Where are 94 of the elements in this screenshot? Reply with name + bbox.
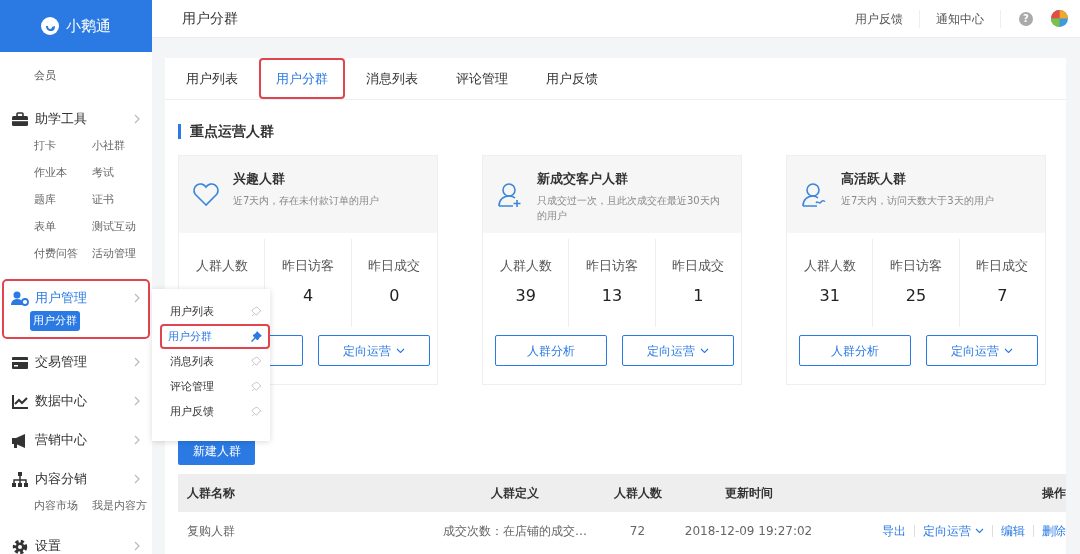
caret-icon <box>975 528 984 534</box>
header-link[interactable]: 用户反馈 <box>839 9 920 28</box>
card-description: 近7天内，访问天数大于3天的用户 <box>841 193 994 208</box>
tab[interactable]: 用户反馈 <box>529 58 615 99</box>
sidebar-subitem[interactable]: 打卡 <box>34 132 92 159</box>
chevron-right-icon <box>134 541 140 551</box>
analysis-button[interactable]: 人群分析 <box>495 335 607 366</box>
chevron-right-icon <box>134 474 140 484</box>
table-cell-text: 复购人群 <box>186 523 236 540</box>
chevron-right-icon <box>134 357 140 367</box>
menu-item[interactable]: 评论管理 <box>160 374 270 399</box>
column-header: 人群名称 <box>186 485 236 502</box>
action-link[interactable]: 编辑 <box>993 525 1034 537</box>
action-link[interactable]: 导出 <box>874 525 915 537</box>
hierarchy-icon <box>11 470 29 488</box>
logo-icon <box>41 17 59 35</box>
sidebar-subitem[interactable]: 内容市场 <box>34 492 92 519</box>
sidebar-subitem[interactable]: 测试互动 <box>92 213 152 240</box>
sidebar-subitem[interactable]: 证书 <box>92 186 152 213</box>
stat-value: 7 <box>997 284 1008 307</box>
tab[interactable]: 评论管理 <box>439 58 525 99</box>
stat-value: 1 <box>693 284 704 307</box>
stat-value: 25 <box>905 284 927 307</box>
sidebar-subitem[interactable]: 付费问答 <box>34 240 92 267</box>
avatar-icon <box>1051 10 1068 27</box>
analysis-button[interactable]: 人群分析 <box>799 335 911 366</box>
sidebar-group[interactable]: 助学工具 <box>35 109 128 129</box>
chevron-right-icon <box>134 435 140 445</box>
sidebar-subitem[interactable]: 题库 <box>34 186 92 213</box>
header-link[interactable]: 通知中心 <box>920 9 1001 28</box>
caret-icon <box>1004 347 1013 354</box>
menu-item[interactable]: 消息列表 <box>160 349 270 374</box>
column-header: 人群定义 <box>490 485 540 502</box>
stat-label: 人群人数 <box>499 257 552 275</box>
stat-label: 昨日成交 <box>672 257 725 275</box>
sidebar-group[interactable]: 营销中心 <box>35 430 128 450</box>
stat-label: 昨日访客 <box>586 257 638 275</box>
stat-value: 0 <box>389 284 400 307</box>
card-description: 只成交过一次，且此次成交在最近30天内的用户 <box>537 193 721 223</box>
card-title: 高活跃人群 <box>841 170 907 188</box>
tab[interactable]: 用户分群 <box>259 58 345 99</box>
chart-icon <box>11 392 29 410</box>
table-cell-text: 72 <box>628 523 647 540</box>
dropdown-button[interactable]: 定向运营 <box>318 335 430 366</box>
stat-label: 人群人数 <box>803 257 856 275</box>
sidebar-subitem[interactable]: 用户分群 <box>30 311 80 331</box>
sidebar-subitem[interactable]: 表单 <box>34 213 92 240</box>
chevron-right-icon <box>134 114 140 124</box>
sidebar-group[interactable]: 用户管理 <box>35 288 128 308</box>
sidebar-group[interactable]: 交易管理 <box>35 352 128 372</box>
table-cell-text: 成交次数：在店铺的成交… <box>442 523 588 540</box>
menu-item[interactable]: 用户列表 <box>160 299 270 324</box>
sidebar-item[interactable]: 会员 <box>34 67 56 85</box>
stat-label: 昨日访客 <box>890 257 942 275</box>
stat-label: 昨日成交 <box>976 257 1029 275</box>
section-title: 重点运营人群 <box>178 124 1066 139</box>
stat-label: 昨日访客 <box>282 257 334 275</box>
column-header: 操作 <box>1041 485 1066 502</box>
caret-icon <box>396 347 405 354</box>
card-description: 近7天内，存在未付款订单的用户 <box>233 193 380 208</box>
stat-value: 4 <box>302 284 314 307</box>
menu-item[interactable]: 用户反馈 <box>160 399 270 424</box>
menu-item[interactable]: 用户分群 <box>160 324 270 349</box>
dropdown-button[interactable]: 定向运营 <box>926 335 1038 366</box>
stat-value: 31 <box>819 284 840 307</box>
stat-value: 39 <box>515 284 536 307</box>
sidebar-group[interactable]: 内容分销 <box>35 469 128 489</box>
briefcase-icon <box>11 110 29 128</box>
stat-label: 人群人数 <box>195 257 248 275</box>
brand-name: 小鹅通 <box>66 15 111 37</box>
stat-value: 13 <box>601 284 623 307</box>
sidebar-group[interactable]: 数据中心 <box>35 391 128 411</box>
chevron-right-icon <box>134 396 140 406</box>
sidebar-group[interactable]: 设置 <box>35 536 128 554</box>
action-link[interactable]: 定向运营 <box>915 525 993 537</box>
tab[interactable]: 消息列表 <box>349 58 435 99</box>
page-title: 用户分群 <box>182 9 239 28</box>
action-link[interactable]: 删除 <box>1034 525 1066 537</box>
chevron-right-icon <box>134 293 140 303</box>
column-header: 人群人数 <box>612 485 663 502</box>
card-title: 新成交客户人群 <box>537 170 629 188</box>
sidebar-subitem[interactable]: 考试 <box>92 159 152 186</box>
tab[interactable]: 用户列表 <box>169 58 255 99</box>
sidebar-subitem[interactable]: 活动管理 <box>92 240 152 267</box>
stat-label: 昨日成交 <box>368 257 421 275</box>
dropdown-button[interactable]: 定向运营 <box>622 335 734 366</box>
sidebar-subitem[interactable]: 小社群 <box>92 132 152 159</box>
table-cell-text: 2018-12-09 19:27:02 <box>683 523 814 540</box>
sidebar-subitem[interactable]: 作业本 <box>34 159 92 186</box>
card-title: 兴趣人群 <box>233 170 286 188</box>
sidebar-subitem[interactable]: 我是内容方 <box>92 492 152 519</box>
caret-icon <box>700 347 709 354</box>
user-gear-icon <box>11 289 29 307</box>
column-header: 更新时间 <box>723 485 774 502</box>
